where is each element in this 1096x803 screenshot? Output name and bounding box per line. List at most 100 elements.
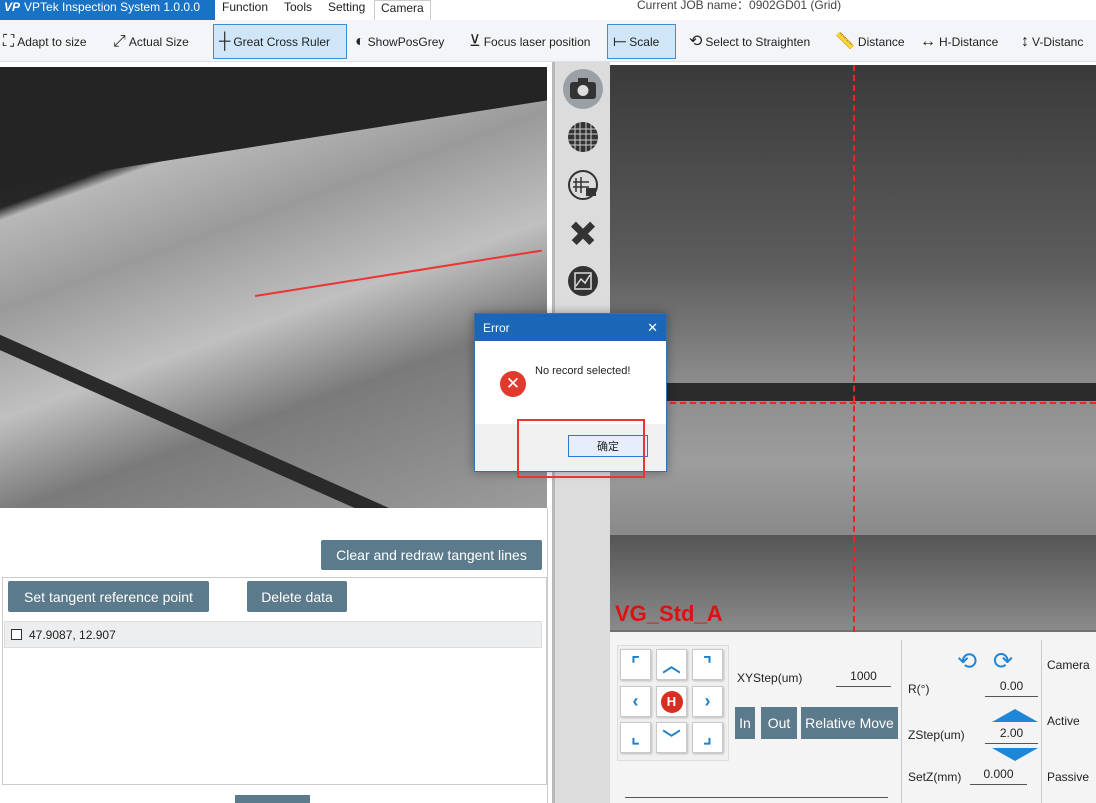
chart-image-icon[interactable] (563, 261, 603, 301)
select-to-straighten-button[interactable]: ⟲ Select to Straighten (689, 24, 810, 59)
expand-icon: ⤢ (113, 32, 126, 50)
distance-label: Distance (857, 34, 905, 49)
scale-label: Scale (629, 34, 660, 49)
crosshair-icon: ┼ (219, 32, 231, 50)
actual-label: Actual Size (128, 34, 189, 49)
xystep-label: XYStep(um) (737, 671, 803, 685)
camera-mode-label: Camera (1047, 658, 1090, 672)
tangent-line (255, 249, 542, 297)
horizontal-measure-icon: ↔ (920, 32, 936, 50)
adapt-label: Adapt to size (17, 34, 87, 49)
grid-settings-icon[interactable] (563, 165, 603, 205)
overlay-label: VG_Std_A (615, 601, 723, 626)
home-button[interactable]: H (656, 686, 687, 717)
active-mode-label: Active (1047, 714, 1080, 728)
r-label: R(°) (908, 682, 930, 696)
z-up-arrow-icon[interactable] (992, 709, 1038, 722)
hdist-label: H-Distance (939, 34, 999, 49)
vdist-label: V-Distanc (1032, 34, 1084, 49)
rotate-icon: ⟲ (689, 32, 703, 50)
move-down-button[interactable]: ﹀ (656, 722, 687, 753)
camera-svg (570, 78, 596, 99)
dialog-titlebar: Error ✕ (475, 314, 666, 341)
setz-input[interactable]: 0.000 (970, 767, 1027, 785)
camera-icon[interactable] (563, 69, 603, 109)
dark-edge-region (0, 67, 547, 187)
z-down-arrow-icon[interactable] (992, 748, 1038, 761)
scale-icon: ⟝ (613, 32, 627, 50)
straighten-label: Select to Straighten (705, 34, 811, 49)
clear-redraw-button[interactable]: Clear and redraw tangent lines (321, 540, 542, 570)
divider-2 (1041, 640, 1042, 803)
bottom-button-partial[interactable] (235, 795, 310, 803)
r-input[interactable]: 0.00 (985, 679, 1038, 697)
move-left-button[interactable]: ‹ (620, 686, 651, 717)
fit-screen-icon: ⛶ (3, 32, 15, 50)
focus-laser-button[interactable]: ⊻ Focus laser position (469, 24, 590, 59)
great-cross-ruler-button[interactable]: ┼ Great Cross Ruler (213, 24, 347, 59)
toolbar: ⛶ Adapt to size ⤢ Actual Size ┼ Great Cross… (0, 20, 1096, 62)
app-logo: VP (4, 0, 21, 14)
diagonal-edge (0, 317, 547, 508)
app-title: VPTek Inspection System 1.0.0.0 (24, 0, 201, 14)
vertical-measure-icon: ↕ (1021, 32, 1029, 50)
show-pos-grey-button[interactable]: ◐ ShowPosGrey (355, 24, 444, 59)
adapt-to-size-button[interactable]: ⛶ Adapt to size (3, 24, 87, 59)
zstep-input[interactable]: 2.00 (985, 726, 1038, 744)
relative-move-button[interactable]: Relative Move (801, 707, 898, 739)
move-up-left-button[interactable]: ⌜ (620, 649, 651, 680)
move-up-button[interactable]: ︿ (656, 649, 687, 680)
laser-icon: ⊻ (469, 32, 481, 50)
job-name-label: Current JOB name：0902GD01 (Grid) (637, 0, 842, 12)
cross-ruler-vertical (853, 65, 855, 632)
cross-label: Great Cross Ruler (233, 34, 331, 49)
ruler-icon: 📏 (835, 32, 855, 50)
cross-ruler-horizontal (610, 402, 1096, 404)
grid-icon[interactable] (563, 117, 603, 157)
h-distance-button[interactable]: ↔ H-Distance (920, 24, 998, 59)
grey-label: ShowPosGrey (367, 34, 445, 49)
move-down-left-button[interactable]: ⌞ (620, 722, 651, 753)
move-right-button[interactable]: › (692, 686, 723, 717)
set-tangent-button[interactable]: Set tangent reference point (8, 581, 209, 612)
dialog-body: ✕ No record selected! (475, 341, 666, 423)
divider (901, 640, 902, 803)
grid-svg (568, 122, 598, 152)
move-down-right-button[interactable]: ⌟ (692, 722, 723, 753)
right-camera-image[interactable] (610, 65, 1096, 632)
highlight-annotation (517, 419, 645, 478)
contrast-icon: ◐ (355, 32, 365, 50)
rotate-cw-icon[interactable]: ⟳ (993, 647, 1013, 676)
zoom-in-button[interactable]: In (735, 707, 755, 739)
dialog-message: No record selected! (535, 365, 631, 377)
setz-label: SetZ(mm) (908, 770, 962, 784)
ruler-tools-svg (570, 221, 596, 246)
left-camera-image[interactable] (0, 67, 547, 508)
zstep-label: ZStep(um) (908, 728, 965, 742)
menu-camera[interactable]: Camera (374, 0, 431, 20)
bottom-rule (625, 797, 888, 798)
delete-data-button[interactable]: Delete data (247, 581, 347, 612)
list-item[interactable]: 47.9087, 12.907 (4, 621, 542, 648)
rotate-ccw-icon[interactable]: ⟲ (957, 647, 977, 676)
distance-button[interactable]: 📏 Distance (835, 24, 905, 59)
dialog-title: Error (483, 320, 510, 335)
error-icon: ✕ (500, 371, 526, 397)
scale-button[interactable]: ⟝ Scale (607, 24, 676, 59)
ruler-tools-icon[interactable] (563, 213, 603, 253)
home-icon: H (660, 690, 683, 713)
row-value: 47.9087, 12.907 (29, 627, 116, 642)
grid-settings-svg (568, 170, 598, 200)
v-distance-button[interactable]: ↕ V-Distanc (1021, 24, 1083, 59)
zoom-out-button[interactable]: Out (761, 707, 797, 739)
row-checkbox[interactable] (11, 629, 22, 640)
menu-function[interactable]: Function (222, 0, 268, 20)
xystep-input[interactable]: 1000 (836, 669, 891, 687)
menu-setting[interactable]: Setting (328, 0, 365, 20)
app-brand: VP VPTek Inspection System 1.0.0.0 (0, 0, 215, 20)
move-up-right-button[interactable]: ⌝ (692, 649, 723, 680)
actual-size-button[interactable]: ⤢ Actual Size (113, 24, 189, 59)
menu-tools[interactable]: Tools (284, 0, 312, 20)
close-icon[interactable]: ✕ (647, 320, 658, 336)
chart-image-svg (568, 266, 598, 296)
